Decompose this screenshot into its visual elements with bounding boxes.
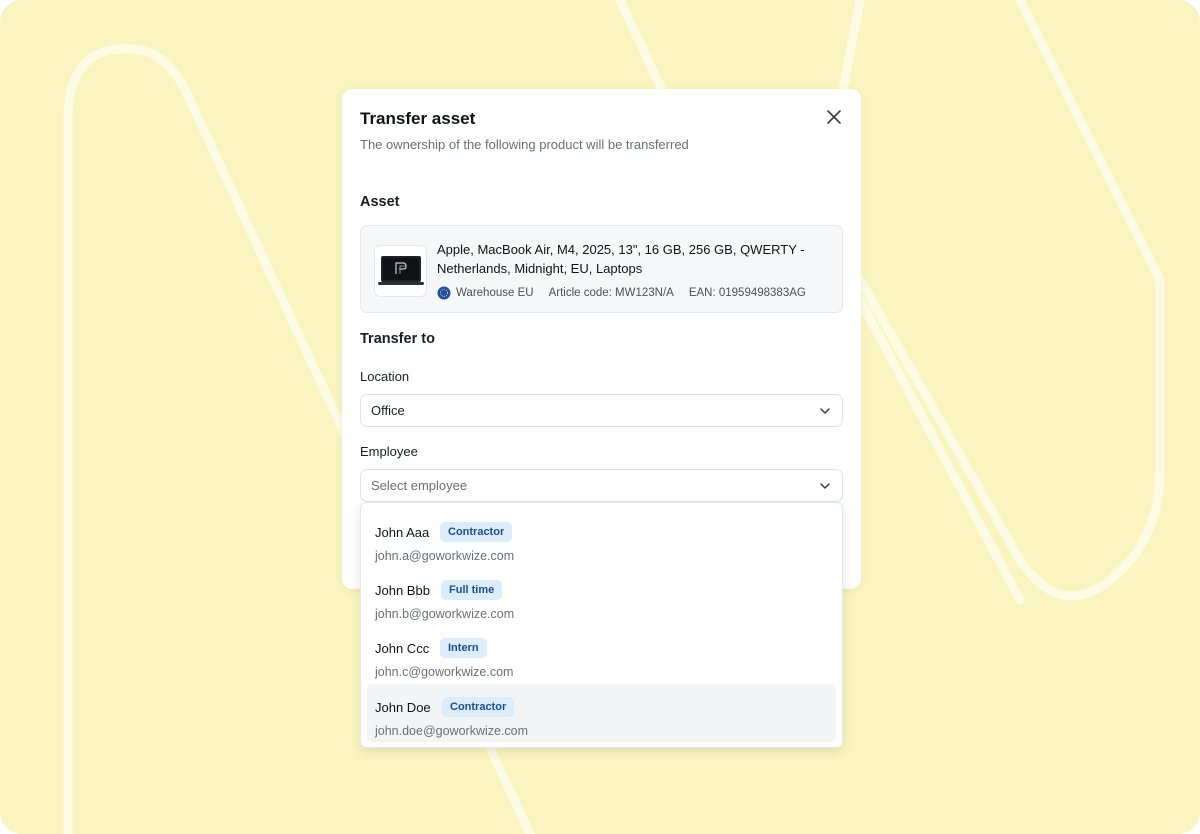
modal-title: Transfer asset <box>360 109 476 128</box>
chevron-down-icon <box>820 408 830 414</box>
transfer-to-label: Transfer to <box>360 331 435 347</box>
asset-card: Apple, MacBook Air, M4, 2025, 13", 16 GB… <box>360 225 843 313</box>
ean-code: EAN: 01959498383AG <box>688 287 806 299</box>
location-label: Location <box>360 369 410 384</box>
employee-option[interactable]: John Bbb Full time john.b@goworkwize.com <box>367 567 836 625</box>
asset-meta: Warehouse EU Article code: MW123N/A EAN:… <box>437 286 821 300</box>
modal-subtitle: The ownership of the following product w… <box>360 137 689 152</box>
chevron-down-icon <box>820 483 830 489</box>
employee-select[interactable]: Select employee <box>360 469 843 502</box>
employment-type-badge: Contractor <box>442 697 515 717</box>
warehouse-label: Warehouse EU <box>456 287 534 299</box>
employee-email: john.a@goworkwize.com <box>375 549 515 563</box>
asset-product-name: Apple, MacBook Air, M4, 2025, 13", 16 GB… <box>437 242 805 276</box>
employment-type-badge: Intern <box>440 638 487 658</box>
employee-placeholder: Select employee <box>371 478 468 493</box>
employment-type-badge: Contractor <box>440 522 513 542</box>
globe-icon <box>437 286 451 300</box>
employee-email: john.b@goworkwize.com <box>375 607 515 621</box>
close-button[interactable] <box>822 105 846 129</box>
employee-option-highlighted[interactable]: John Doe Contractor john.doe@goworkwize.… <box>367 684 836 742</box>
laptop-image <box>377 256 424 285</box>
location-select[interactable]: Office <box>360 394 843 427</box>
employee-option[interactable]: John Aaa Contractor john.a@goworkwize.co… <box>367 509 836 567</box>
employee-name: John Aaa <box>375 525 430 540</box>
employment-type-badge: Full time <box>441 580 503 600</box>
product-thumbnail <box>374 245 427 297</box>
article-code: Article code: MW123N/A <box>548 287 674 299</box>
employee-email: john.doe@goworkwize.com <box>375 724 529 738</box>
asset-section-label: Asset <box>360 194 400 210</box>
employee-name: John Bbb <box>375 583 430 598</box>
employee-label: Employee <box>360 444 418 459</box>
close-icon <box>827 110 841 124</box>
employee-option[interactable]: John Ccc Intern john.c@goworkwize.com <box>367 625 836 683</box>
employee-name: John Doe <box>375 700 431 715</box>
employee-name: John Ccc <box>375 641 430 656</box>
employee-email: john.c@goworkwize.com <box>375 665 514 679</box>
employee-dropdown: John Aaa Contractor john.a@goworkwize.co… <box>360 502 843 748</box>
location-value: Office <box>371 403 405 418</box>
